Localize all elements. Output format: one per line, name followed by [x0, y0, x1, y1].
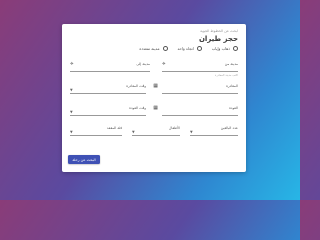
from-city-helper: اكتب مدينة المغادرة	[214, 73, 238, 77]
radio-circle-icon	[233, 46, 238, 51]
trip-type-label: مدينة متعددة	[139, 46, 160, 51]
departure-date-field[interactable]: المغادرة	[162, 84, 238, 94]
chevron-down-icon: ▼	[70, 110, 73, 114]
chevron-down-icon: ▼	[132, 130, 135, 134]
from-city-label: مدينة من	[224, 62, 238, 66]
class-select[interactable]: فئة المقعد ▼	[70, 126, 122, 136]
trip-type-multicity[interactable]: مدينة متعددة	[139, 46, 168, 51]
to-city-label: مدينة إلى	[136, 62, 150, 66]
booking-card: ابحث عن الخطوط الجوية حجز طيران ذهاب وإي…	[62, 24, 246, 172]
departure-time-field[interactable]: وقت المغادرة ▼	[70, 84, 146, 94]
trip-type-group: ذهاب وإياب اتجاه واحد مدينة متعددة	[139, 46, 238, 51]
children-label: الأطفال	[168, 126, 180, 130]
radio-circle-icon	[162, 46, 168, 51]
plane-landing-icon: ✈	[70, 62, 74, 67]
trip-type-label: ذهاب وإياب	[211, 46, 230, 51]
departure-date-label: المغادرة	[226, 84, 238, 88]
adults-label: عدد البالغين	[220, 126, 238, 130]
return-date-field[interactable]: العودة	[162, 106, 238, 116]
search-flight-button[interactable]: البحث عن رحلة	[68, 155, 100, 164]
radio-circle-icon	[196, 46, 202, 51]
trip-type-roundtrip[interactable]: ذهاب وإياب	[212, 46, 238, 51]
plane-takeoff-icon: ✈	[162, 62, 166, 67]
form-subtitle: ابحث عن الخطوط الجوية	[200, 29, 238, 33]
to-city-field[interactable]: مدينة إلى ✈	[70, 62, 150, 72]
calendar-icon[interactable]: ▦	[153, 105, 158, 111]
chevron-down-icon: ▼	[190, 130, 193, 134]
return-time-label: وقت العودة	[129, 106, 146, 110]
chevron-down-icon: ▼	[70, 88, 73, 92]
departure-time-label: وقت المغادرة	[126, 84, 146, 88]
chevron-down-icon: ▼	[70, 130, 73, 134]
calendar-icon[interactable]: ▦	[153, 83, 158, 89]
return-date-label: العودة	[229, 106, 238, 110]
adults-select[interactable]: عدد البالغين ▼	[190, 126, 238, 136]
children-select[interactable]: الأطفال ▼	[132, 126, 180, 136]
form-title: حجز طيران	[198, 35, 238, 43]
from-city-field[interactable]: مدينة من ✈ اكتب مدينة المغادرة	[162, 62, 238, 77]
class-label: فئة المقعد	[106, 126, 122, 130]
trip-type-oneway[interactable]: اتجاه واحد	[178, 46, 202, 51]
return-time-field[interactable]: وقت العودة ▼	[70, 106, 146, 116]
trip-type-label: اتجاه واحد	[177, 46, 194, 51]
